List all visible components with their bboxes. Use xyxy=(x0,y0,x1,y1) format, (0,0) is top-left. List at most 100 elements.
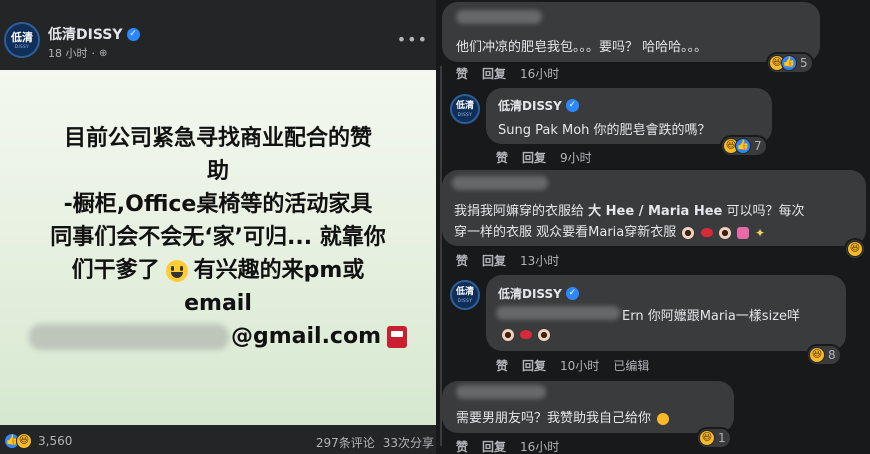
reply-text: Sung Pak Moh 你的肥皂會跌的嗎？ xyxy=(498,123,711,138)
post-footer: 👍 😆 3,560 297条评论 33次分享 xyxy=(0,425,436,454)
post-stats: 297条评论 33次分享 xyxy=(316,434,434,451)
reply-emoji-line xyxy=(500,327,551,342)
reaction-summary[interactable]: 👍 😆 3,560 xyxy=(4,433,72,449)
reaction-count: 1 xyxy=(718,431,726,445)
redacted-mention-blur xyxy=(496,306,620,320)
comments-panel: 他们冲凉的肥皂我包。。。要吗？ 哈哈哈。。。 😆 👍 5 赞 回复 16小时 低… xyxy=(436,0,870,454)
redacted-name-blur xyxy=(456,385,546,399)
comment-bubble[interactable]: 需要男朋友吗？我赞助我自己给你 xyxy=(442,381,734,433)
comment-reaction-chip[interactable]: 😆 xyxy=(846,240,864,258)
comment-bubble[interactable]: 我捐我阿嫲穿的衣服给 大 Hee / Maria Hee 可以吗？每次 穿一样的… xyxy=(442,170,866,246)
avatar-logo-text: 低清 xyxy=(11,30,33,44)
post-text-line-3: -橱柜,Office桌椅等的活动家具 xyxy=(63,192,373,217)
reaction-count: 5 xyxy=(800,56,808,70)
comment-actions: 赞 回复 13小时 xyxy=(456,252,559,269)
facebook-post: 低清 DISSY 低清DISSY ✓ 18 小时 · ⊕ ••• 目前公司紧急寻… xyxy=(0,0,436,454)
haha-reaction-icon: 😆 xyxy=(809,347,825,363)
like-button[interactable]: 赞 xyxy=(496,149,508,166)
edited-label: 已编辑 xyxy=(613,359,650,373)
reply-author-name[interactable]: 低清DISSY ✓ xyxy=(498,97,579,114)
shares-count-link[interactable]: 33次分享 xyxy=(383,434,434,451)
reaction-count: 7 xyxy=(754,139,762,153)
avatar-logo-text: 低清 xyxy=(455,286,474,297)
comments-count-link[interactable]: 297条评论 xyxy=(316,434,375,451)
like-reaction-icon: 👍 xyxy=(781,55,797,71)
comment-reaction-chip[interactable]: 😆 1 xyxy=(698,429,730,447)
like-button[interactable]: 赞 xyxy=(456,65,468,82)
more-options-button[interactable]: ••• xyxy=(397,30,428,49)
haha-reaction-icon: 😆 xyxy=(847,241,863,257)
eyes-emoji-icon xyxy=(682,226,695,239)
thread-line xyxy=(440,66,442,446)
reply-button[interactable]: 回复 xyxy=(522,149,546,166)
post-image-text: 目前公司紧急寻找商业配合的赞 助 -橱柜,Office桌椅等的活动家具 同事们会… xyxy=(10,122,426,353)
post-text-line-1: 目前公司紧急寻找商业配合的赞 xyxy=(63,126,372,151)
reply-bubble[interactable]: 低清DISSY ✓ Ern 你阿嬤跟Maria一樣size咩 xyxy=(486,275,846,351)
nail-polish-emoji-icon xyxy=(736,226,749,239)
post-text-line-4: 同事们会不会无‘家’可归... 就靠你 xyxy=(50,225,386,250)
verified-badge-icon: ✓ xyxy=(126,27,140,41)
eyes-emoji-icon xyxy=(538,328,551,341)
comment-text-line-2: 穿一样的衣服 观众要看Maria穿新衣服 ✦ xyxy=(454,225,766,240)
lips-emoji-icon xyxy=(700,228,713,237)
grinning-emoji-icon xyxy=(165,260,188,282)
reply-reaction-chip[interactable]: 😆 👍 7 xyxy=(722,137,766,155)
globe-icon: ⊕ xyxy=(99,47,108,59)
reply-actions: 赞 回复 10小时 已编辑 xyxy=(496,357,649,374)
redacted-name-blur xyxy=(456,10,542,24)
reply-author-avatar[interactable]: 低清 DISSY xyxy=(450,280,480,310)
reply-actions: 赞 回复 9小时 xyxy=(496,149,592,166)
reply-button[interactable]: 回复 xyxy=(482,252,506,269)
avatar-logo-subtext: DISSY xyxy=(14,43,30,49)
laughing-emoji-icon xyxy=(657,412,670,425)
reaction-count: 8 xyxy=(828,348,836,362)
reply-bubble[interactable]: 低清DISSY ✓ Sung Pak Moh 你的肥皂會跌的嗎？ xyxy=(486,88,772,144)
comment-time[interactable]: 13小时 xyxy=(520,252,559,269)
lips-emoji-icon xyxy=(520,330,533,339)
eyes-emoji-icon xyxy=(718,226,731,239)
comment-text-line-1: 我捐我阿嫲穿的衣服给 大 Hee / Maria Hee 可以吗？每次 xyxy=(454,204,805,219)
reply-reaction-chip[interactable]: 😆 8 xyxy=(808,346,840,364)
haha-reaction-icon: 😆 xyxy=(699,430,715,446)
reply-author-avatar[interactable]: 低清 DISSY xyxy=(450,94,480,124)
like-button[interactable]: 赞 xyxy=(496,357,508,374)
post-timestamp[interactable]: 18 小时 · ⊕ xyxy=(48,45,107,61)
like-button[interactable]: 赞 xyxy=(456,252,468,269)
comment-actions: 赞 回复 16小时 xyxy=(456,65,559,82)
mention-link[interactable]: 大 Hee / Maria Hee xyxy=(588,204,722,219)
reply-button[interactable]: 回复 xyxy=(522,357,546,374)
page-avatar[interactable]: 低清 DISSY xyxy=(4,22,40,58)
reaction-count[interactable]: 3,560 xyxy=(38,434,72,448)
reply-button[interactable]: 回复 xyxy=(482,65,506,82)
post-text-line-2: 助 xyxy=(206,159,229,184)
like-reaction-icon: 👍 xyxy=(735,138,751,154)
comment-reaction-chip[interactable]: 😆 👍 5 xyxy=(768,54,812,72)
reply-author-name[interactable]: 低清DISSY ✓ xyxy=(498,285,579,302)
post-image[interactable]: 目前公司紧急寻找商业配合的赞 助 -橱柜,Office桌椅等的活动家具 同事们会… xyxy=(0,70,436,425)
reply-button[interactable]: 回复 xyxy=(482,438,506,454)
redacted-name-blur xyxy=(452,176,548,190)
post-text-line-6: email xyxy=(184,291,252,316)
page-name-label[interactable]: 低清DISSY xyxy=(48,24,123,44)
reply-text: Ern 你阿嬤跟Maria一樣size咩 xyxy=(622,309,801,324)
post-header: 低清 DISSY 低清DISSY ✓ 18 小时 · ⊕ ••• xyxy=(0,0,436,70)
like-button[interactable]: 赞 xyxy=(456,438,468,454)
verified-badge-icon: ✓ xyxy=(565,287,579,300)
post-time-label[interactable]: 18 小时 xyxy=(48,45,88,61)
reply-time[interactable]: 9小时 xyxy=(560,149,592,166)
avatar-logo-text: 低清 xyxy=(455,100,474,111)
comment-time[interactable]: 16小时 xyxy=(520,65,559,82)
comment-actions: 赞 回复 16小时 xyxy=(456,438,559,454)
comment-bubble[interactable]: 他们冲凉的肥皂我包。。。要吗？ 哈哈哈。。。 xyxy=(442,2,820,62)
sparkles-emoji-icon: ✦ xyxy=(754,225,766,240)
post-text-line-7: @gmail.com xyxy=(10,320,426,353)
avatar-logo-subtext: DISSY xyxy=(457,111,473,117)
page-name[interactable]: 低清DISSY ✓ xyxy=(48,24,140,44)
reply-time[interactable]: 10小时 xyxy=(560,357,599,374)
comment-text: 他们冲凉的肥皂我包。。。要吗？ 哈哈哈。。。 xyxy=(456,40,708,55)
comment-time[interactable]: 16小时 xyxy=(520,438,559,454)
verified-badge-icon: ✓ xyxy=(565,99,579,112)
mailbox-emoji-icon xyxy=(387,326,408,348)
redacted-email-blur xyxy=(28,324,229,350)
post-text-line-5: 们干爹了 有兴趣的来pm或 xyxy=(71,258,365,283)
